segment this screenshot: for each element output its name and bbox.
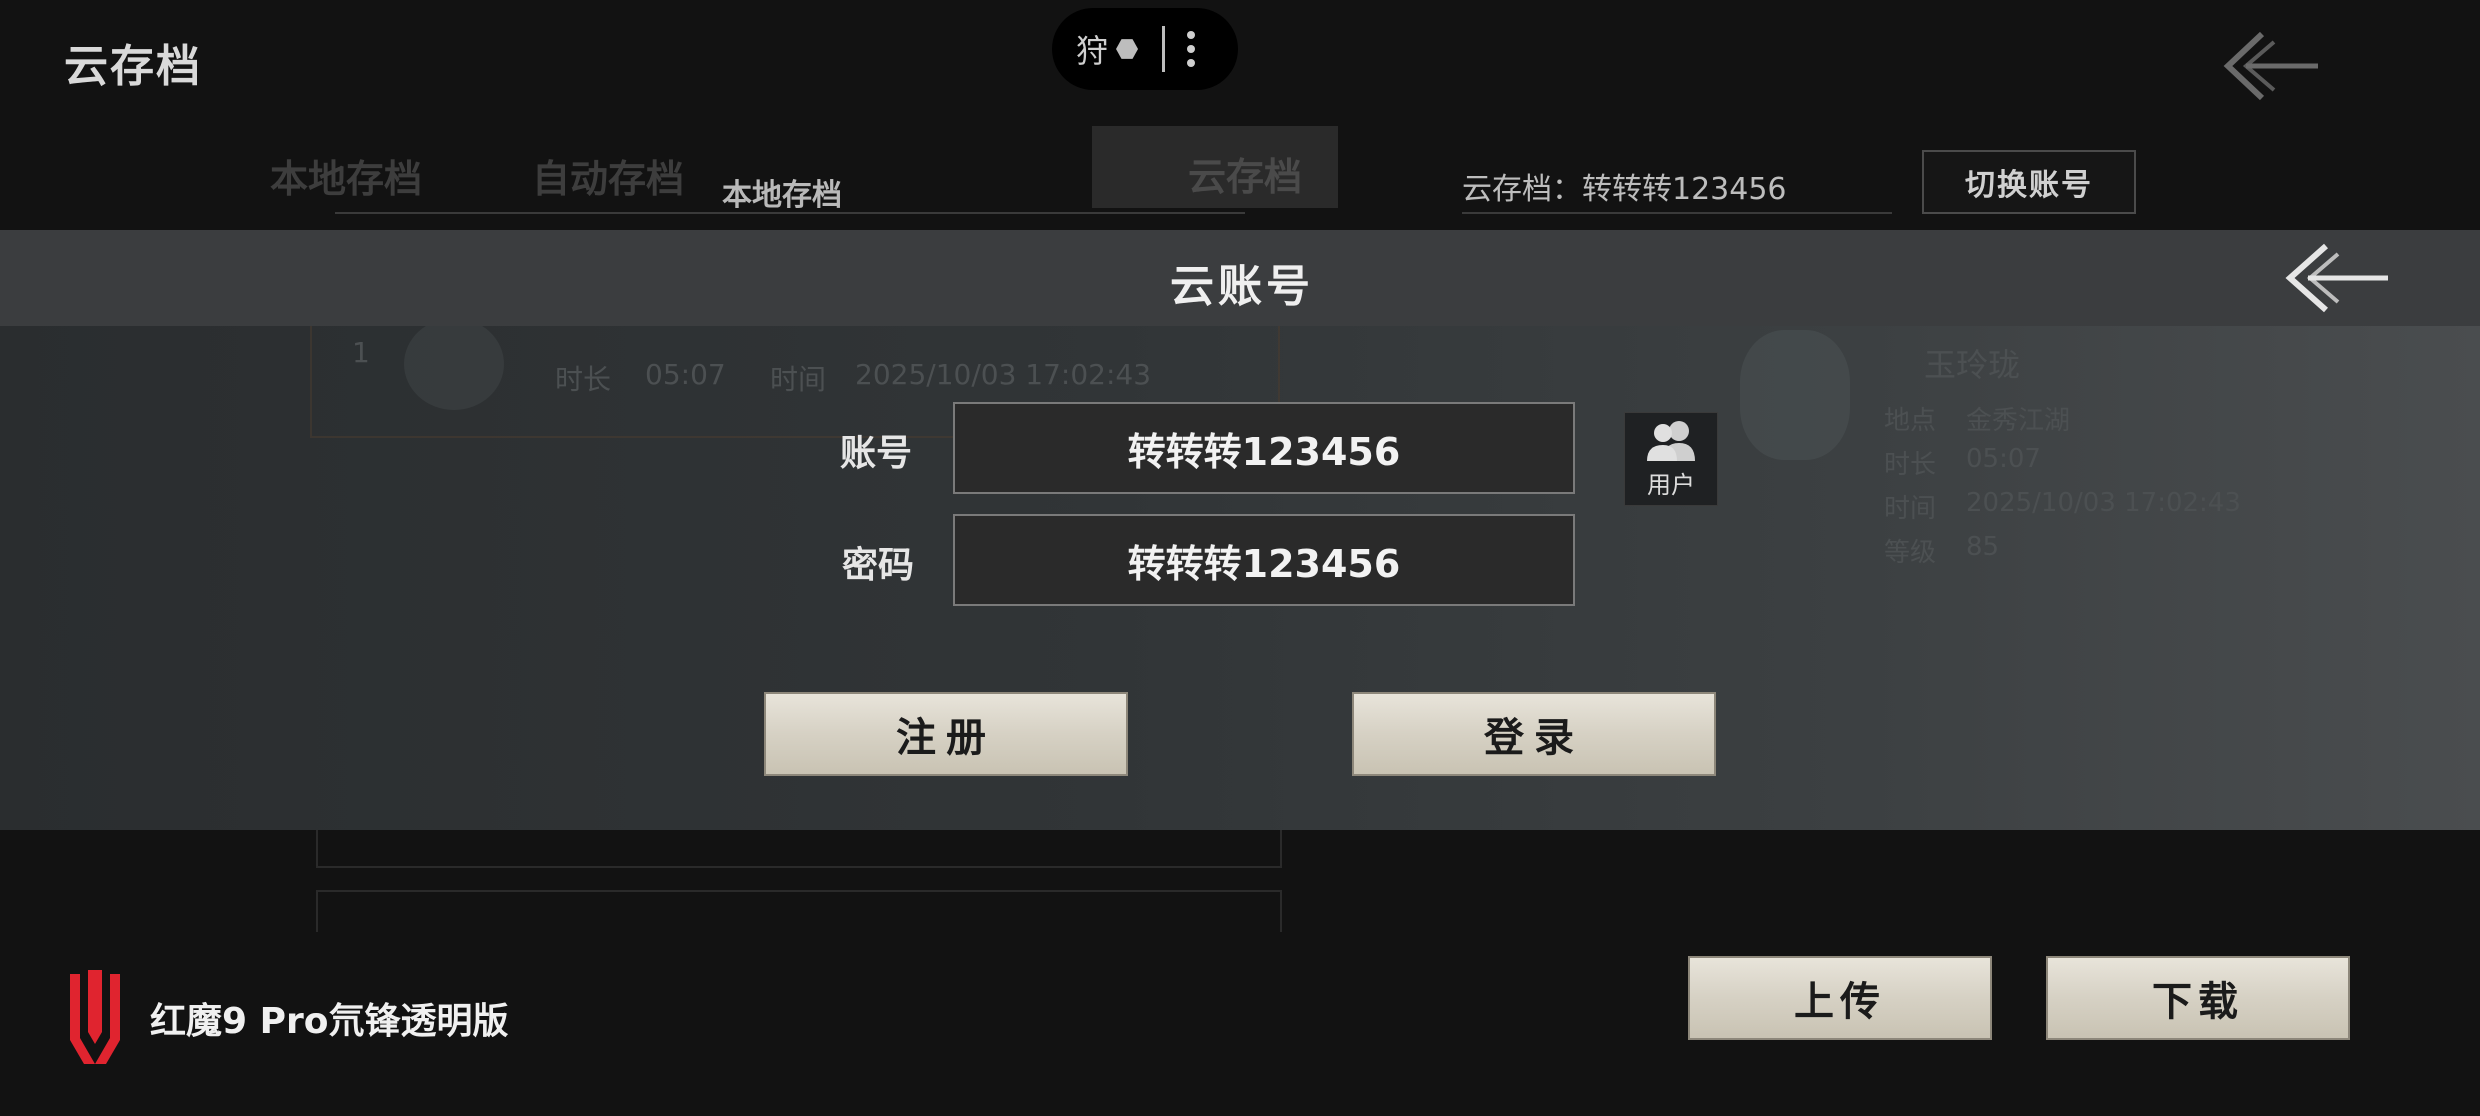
slot-date: 2025/10/03 17:02:43 [855, 358, 1152, 391]
close-modal-back-icon[interactable] [2282, 240, 2392, 316]
detail-date: 2025/10/03 17:02:43 [1966, 488, 2241, 518]
divider [1162, 26, 1166, 72]
more-icon[interactable] [1187, 31, 1196, 67]
hexagon-icon [1116, 39, 1139, 59]
switch-account-button[interactable]: 切换账号 [1922, 150, 2136, 214]
device-watermark: 红魔9 Pro氘锋透明版 [60, 968, 508, 1068]
slot-number: 1 [352, 336, 370, 369]
character-name: 玉玲珑 [1924, 346, 2021, 384]
user-button-label: 用户 [1647, 471, 1695, 499]
detail-location: 金秀江湖 [1966, 406, 2071, 436]
page-title: 云存档 [64, 41, 202, 92]
red-magic-logo-icon [70, 970, 120, 1064]
divider [1462, 212, 1892, 214]
detail-level: 85 [1966, 532, 2000, 562]
modal-title: 云账号 [1170, 261, 1314, 312]
detail-location-label: 地点 [1884, 406, 1937, 436]
detail-level-label: 等级 [1884, 538, 1937, 568]
slot-time: 05:07 [645, 358, 726, 391]
save-tabs: 本地存档 自动存档 [270, 148, 794, 203]
account-label: 账号 [840, 433, 913, 474]
tab-auto[interactable]: 自动存档 [532, 148, 684, 203]
device-name: 红魔9 Pro氘锋透明版 [150, 1001, 509, 1042]
tab-cloud[interactable]: 云存档 [1188, 146, 1302, 201]
users-icon [1647, 421, 1695, 461]
slot-avatar [404, 318, 504, 410]
back-arrow-icon[interactable] [2222, 28, 2322, 104]
password-field[interactable]: 转转转123456 [953, 514, 1575, 606]
game-overlay-pill[interactable]: 狩 [1052, 8, 1238, 90]
game-label: 狩 [1076, 32, 1109, 70]
detail-date-label: 时间 [1884, 494, 1937, 524]
upload-button[interactable]: 上传 [1688, 956, 1992, 1040]
save-slot[interactable] [316, 830, 1282, 868]
save-slot[interactable] [316, 890, 1282, 932]
detail-time-label: 时长 [1884, 450, 1937, 480]
tab-local[interactable]: 本地存档 [270, 148, 422, 203]
character-portrait [1740, 330, 1850, 460]
slot-date-label: 时间 [770, 363, 827, 396]
cloud-account-label: 云存档：转转转123456 [1462, 172, 1787, 207]
local-save-label: 本地存档 [722, 178, 842, 213]
slot-time-label: 时长 [555, 363, 612, 396]
divider [335, 212, 1245, 214]
user-list-button[interactable]: 用户 [1624, 412, 1718, 506]
download-button[interactable]: 下载 [2046, 956, 2350, 1040]
detail-time: 05:07 [1966, 444, 2041, 474]
account-field[interactable]: 转转转123456 [953, 402, 1575, 494]
login-button[interactable]: 登录 [1352, 692, 1716, 776]
password-label: 密码 [842, 545, 915, 586]
register-button[interactable]: 注册 [764, 692, 1128, 776]
